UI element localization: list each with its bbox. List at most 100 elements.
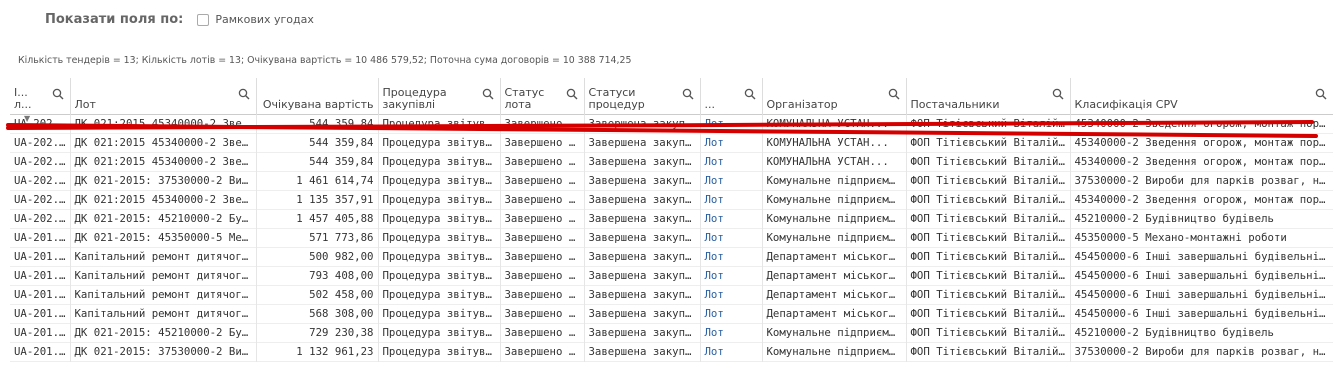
- cell-link[interactable]: Лот: [699, 285, 762, 304]
- cell-id: UA-202...: [14, 174, 70, 187]
- table-row[interactable]: UA-202... ДК 021:2015 45340000-2 Зве... 54…: [10, 152, 1333, 171]
- search-icon[interactable]: [566, 88, 578, 100]
- cell-id: UA-201...: [14, 307, 70, 320]
- column-header-suppliers[interactable]: Постачальники: [905, 78, 1070, 114]
- table-row[interactable]: UA-202... ДК 021-2015: 45210000-2 Буд... 1…: [10, 209, 1333, 228]
- tenders-table: I... л... Лот Очікувана вартість Процеду…: [10, 78, 1333, 362]
- cell-procedure: Процедура звітува...: [377, 133, 500, 152]
- cell-lot-status: Завершено ...: [499, 209, 584, 228]
- cell-expected-value: 544 359,84: [255, 152, 378, 171]
- cell-organizer: Комунальне підприєм...: [761, 190, 906, 209]
- cell-suppliers: ФОП Тітієвський Віталій М...: [905, 190, 1070, 209]
- cell-link[interactable]: Лот: [699, 133, 762, 152]
- cell-link[interactable]: Лот: [699, 266, 762, 285]
- search-icon[interactable]: [682, 88, 694, 100]
- cell-organizer: Департамент міського ...: [761, 266, 906, 285]
- column-header-link[interactable]: ...: [699, 78, 762, 114]
- cell-lot: ДК 021:2015 45340000-2 Зве...: [69, 152, 256, 171]
- table-row[interactable]: UA-201... Капітальний ремонт дитячого ...…: [10, 247, 1333, 266]
- cell-procedure-status: Завершена закупі...: [583, 247, 700, 266]
- column-header-id[interactable]: I... л...: [10, 78, 70, 114]
- column-header-lot[interactable]: Лот: [69, 78, 256, 114]
- cell-cpv: 37530000-2 Вироби для парків розваг, нас…: [1069, 342, 1333, 361]
- table-row[interactable]: UA-202... ДК 021:2015 45340000-2 Зве... 54…: [10, 114, 1333, 133]
- cell-link[interactable]: Лот: [699, 304, 762, 323]
- cell-procedure-status: Завершена закупі...: [583, 190, 700, 209]
- cell-link[interactable]: Лот: [699, 152, 762, 171]
- column-header-label: Статуси процедур: [588, 86, 645, 111]
- cell-expected-value: 1 457 405,88: [255, 209, 378, 228]
- cell-suppliers: ФОП Тітієвський Віталій М...: [905, 114, 1070, 133]
- table-row[interactable]: UA-201... Капітальний ремонт дитячого ...…: [10, 285, 1333, 304]
- cell-organizer: КОМУНАЛЬНА УСТАН...: [761, 133, 906, 152]
- cell-cpv: 45340000-2 Зведення огорож, монтаж пор..…: [1069, 114, 1333, 133]
- framework-agreements-label[interactable]: Рамкових угодах: [215, 13, 314, 26]
- search-icon[interactable]: [1315, 88, 1327, 100]
- cell-link[interactable]: Лот: [699, 342, 762, 361]
- search-icon[interactable]: [744, 88, 756, 100]
- cell-procedure: Процедура звітува...: [377, 228, 500, 247]
- cell-lot: ДК 021:2015 45340000-2 Зве...: [69, 114, 256, 133]
- framework-agreements-checkbox[interactable]: [197, 13, 210, 26]
- cell-suppliers: ФОП Тітієвський Віталій М...: [905, 304, 1070, 323]
- table-row[interactable]: UA-202... ДК 021-2015: 37530000-2 Ви... 1 …: [10, 171, 1333, 190]
- search-icon[interactable]: [52, 88, 64, 100]
- sort-indicator-icon[interactable]: ▼: [24, 114, 30, 123]
- cell-procedure: Процедура звітува...: [377, 342, 500, 361]
- cell-procedure-status: Завершена закупі...: [583, 152, 700, 171]
- table-row[interactable]: UA-201... ДК 021-2015: 45350000-5 Ме... 57…: [10, 228, 1333, 247]
- cell-procedure: Процедура звітува...: [377, 152, 500, 171]
- summary-text: Кількість тендерів = 13; Кількість лотів…: [18, 55, 632, 66]
- cell-procedure-status: Завершена закупі...: [583, 133, 700, 152]
- column-header-procedure-status[interactable]: Статуси процедур: [583, 78, 700, 114]
- column-header-label: Організатор: [766, 98, 838, 111]
- search-icon[interactable]: [1052, 88, 1064, 100]
- cell-link[interactable]: Лот: [699, 228, 762, 247]
- cell-link[interactable]: Лот: [699, 323, 762, 342]
- search-icon[interactable]: [482, 88, 494, 100]
- cell-cpv: 45210000-2 Будівництво будівель: [1069, 323, 1333, 342]
- cell-suppliers: ФОП Тітієвський Віталій М...: [905, 133, 1070, 152]
- cell-link[interactable]: Лот: [699, 171, 762, 190]
- column-header-label: Процедура закупівлі: [382, 86, 447, 111]
- table-row[interactable]: UA-202... ДК 021:2015 45340000-2 Зве... 54…: [10, 133, 1333, 152]
- column-header-label: ...: [704, 98, 716, 111]
- column-header-organizer[interactable]: Організатор: [761, 78, 906, 114]
- cell-lot-status: Завершено ...: [499, 152, 584, 171]
- cell-procedure: Процедура звітува...: [377, 304, 500, 323]
- cell-link[interactable]: Лот: [699, 247, 762, 266]
- table-row[interactable]: UA-202... ДК 021:2015 45340000-2 Зве... 1 …: [10, 190, 1333, 209]
- column-header-cpv[interactable]: Класифікація CPV: [1069, 78, 1333, 114]
- cell-procedure: Процедура звітува...: [377, 247, 500, 266]
- cell-organizer: Комунальне підприєм...: [761, 171, 906, 190]
- column-header-expected-value[interactable]: Очікувана вартість: [255, 78, 378, 114]
- search-icon[interactable]: [888, 88, 900, 100]
- cell-link[interactable]: Лот: [699, 209, 762, 228]
- cell-id: UA-202...: [14, 212, 70, 225]
- cell-lot: ДК 021-2015: 37530000-2 Ви...: [69, 171, 256, 190]
- column-header-procedure[interactable]: Процедура закупівлі: [377, 78, 500, 114]
- cell-procedure-status: Завершена закупі...: [583, 266, 700, 285]
- table-row[interactable]: UA-201... Капітальний ремонт дитячого ...…: [10, 266, 1333, 285]
- cell-link[interactable]: Лот: [699, 114, 762, 133]
- cell-link[interactable]: Лот: [699, 190, 762, 209]
- cell-id: UA-201...: [14, 250, 70, 263]
- search-icon[interactable]: [238, 88, 250, 100]
- cell-id: UA-201...: [14, 288, 70, 301]
- cell-id: UA-202...: [14, 193, 70, 206]
- cell-expected-value: 544 359,84: [255, 114, 378, 133]
- table-row[interactable]: UA-201... Капітальний ремонт дитячого ...…: [10, 304, 1333, 323]
- cell-lot: ДК 021:2015 45340000-2 Зве...: [69, 133, 256, 152]
- cell-lot: Капітальний ремонт дитячого ...: [69, 247, 256, 266]
- cell-procedure-status: Завершена закупі...: [583, 304, 700, 323]
- cell-lot-status: Завершено ...: [499, 171, 584, 190]
- table-row[interactable]: UA-201... ДК 021-2015: 37530000-2 Ви... 1 …: [10, 342, 1333, 361]
- cell-lot: Капітальний ремонт дитячого ...: [69, 266, 256, 285]
- cell-expected-value: 793 408,00: [255, 266, 378, 285]
- cell-lot-status: Завершено ...: [499, 342, 584, 361]
- table-row[interactable]: UA-201... ДК 021-2015: 45210000-2 Буд... 7…: [10, 323, 1333, 342]
- column-header-label: Класифікація CPV: [1074, 98, 1178, 111]
- cell-cpv: 45340000-2 Зведення огорож, монтаж пор..…: [1069, 133, 1333, 152]
- cell-expected-value: 544 359,84: [255, 133, 378, 152]
- column-header-lot-status[interactable]: Статус лота: [499, 78, 584, 114]
